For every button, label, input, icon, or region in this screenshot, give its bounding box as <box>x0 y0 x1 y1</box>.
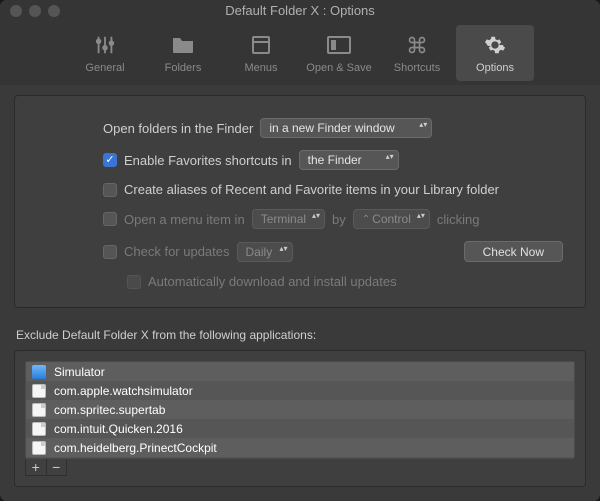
app-icon <box>32 365 46 379</box>
open-menu-item-mod-popup[interactable]: ⌃Control ▴▾ <box>353 209 430 229</box>
sliders-icon <box>93 33 117 57</box>
zoom-icon[interactable] <box>48 5 60 17</box>
menu-icon <box>249 33 273 57</box>
list-item[interactable]: com.intuit.Quicken.2016 <box>26 419 574 438</box>
app-icon <box>32 441 46 455</box>
chevron-updown-icon: ▴▾ <box>312 212 320 219</box>
create-aliases-label: Create aliases of Recent and Favorite it… <box>124 182 499 197</box>
chevron-updown-icon: ▴▾ <box>386 153 394 160</box>
enable-favorites-label: Enable Favorites shortcuts in <box>124 153 292 168</box>
enable-favorites-checkbox[interactable] <box>103 153 117 167</box>
app-icon <box>32 403 46 417</box>
list-item[interactable]: com.apple.watchsimulator <box>26 381 574 400</box>
open-menu-item-label: Open a menu item in <box>124 212 245 227</box>
list-item-label: com.apple.watchsimulator <box>54 384 193 398</box>
tab-general[interactable]: General <box>66 25 144 81</box>
tab-shortcuts[interactable]: Shortcuts <box>378 25 456 81</box>
create-aliases-checkbox[interactable] <box>103 183 117 197</box>
check-updates-label: Check for updates <box>124 244 230 259</box>
exclude-list[interactable]: Simulator com.apple.watchsimulator com.spr… <box>25 361 575 459</box>
list-item-label: Simulator <box>54 365 105 379</box>
exclude-panel: Simulator com.apple.watchsimulator com.spr… <box>14 350 586 487</box>
enable-favorites-popup[interactable]: the Finder ▴▾ <box>299 150 399 170</box>
app-icon <box>32 422 46 436</box>
check-updates-checkbox[interactable] <box>103 245 117 259</box>
check-now-button[interactable]: Check Now <box>464 241 563 262</box>
window-title: Default Folder X : Options <box>0 3 600 18</box>
check-updates-freq-popup[interactable]: Daily ▴▾ <box>237 242 293 262</box>
options-panel: Open folders in the Finder in a new Find… <box>14 95 586 308</box>
open-menu-item-app-popup[interactable]: Terminal ▴▾ <box>252 209 325 229</box>
panel-icon <box>327 33 351 57</box>
auto-download-label: Automatically download and install updat… <box>148 274 397 289</box>
list-item[interactable]: com.heidelberg.PrinectCockpit <box>26 438 574 457</box>
tab-menus[interactable]: Menus <box>222 25 300 81</box>
tab-folders[interactable]: Folders <box>144 25 222 81</box>
open-folders-popup[interactable]: in a new Finder window ▴▾ <box>260 118 432 138</box>
open-folders-label: Open folders in the Finder <box>103 121 253 136</box>
toolbar: General Folders Menus Open & Save Shortc… <box>0 21 600 85</box>
chevron-updown-icon: ▴▾ <box>279 245 287 252</box>
minimize-icon[interactable] <box>29 5 41 17</box>
tab-open-save[interactable]: Open & Save <box>300 25 378 81</box>
list-item-label: com.heidelberg.PrinectCockpit <box>54 441 217 455</box>
chevron-updown-icon: ▴▾ <box>417 212 425 219</box>
list-item-label: com.spritec.supertab <box>54 403 165 417</box>
list-item[interactable]: com.spritec.supertab <box>26 400 574 419</box>
auto-download-checkbox <box>127 275 141 289</box>
list-item[interactable]: Simulator <box>26 362 574 381</box>
app-icon <box>32 384 46 398</box>
exclude-heading: Exclude Default Folder X from the follow… <box>16 328 586 342</box>
list-item-label: com.intuit.Quicken.2016 <box>54 422 183 436</box>
gear-icon <box>483 33 507 57</box>
command-icon <box>405 33 429 57</box>
add-button[interactable]: + <box>26 459 47 475</box>
chevron-updown-icon: ▴▾ <box>419 121 427 128</box>
titlebar: Default Folder X : Options <box>0 0 600 21</box>
tab-options[interactable]: Options <box>456 25 534 81</box>
folder-icon <box>171 33 195 57</box>
open-menu-item-checkbox[interactable] <box>103 212 117 226</box>
close-icon[interactable] <box>10 5 22 17</box>
remove-button[interactable]: − <box>47 459 67 475</box>
